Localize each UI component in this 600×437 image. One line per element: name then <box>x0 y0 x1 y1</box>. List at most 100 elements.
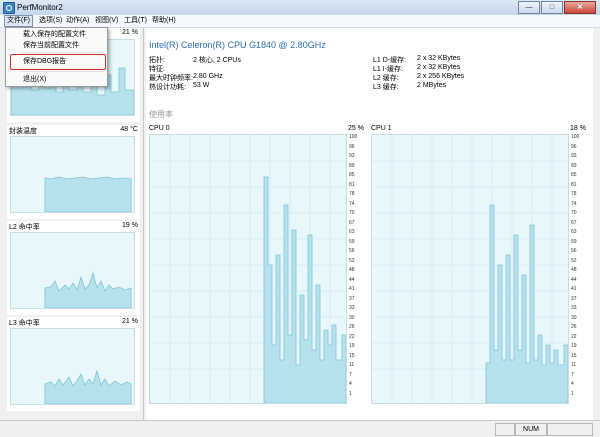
cpu0-chart <box>149 134 347 404</box>
scale-tick: 52 <box>571 257 577 264</box>
scale-tick: 41 <box>571 286 577 292</box>
scale-tick: 96 <box>571 143 577 150</box>
scale-tick: 52 <box>349 257 355 264</box>
scale-tick: 70 <box>349 210 355 216</box>
scale-tick: 44 <box>571 276 577 283</box>
temp-mini-chart <box>10 136 135 213</box>
menu-tools[interactable]: 工具(T) <box>122 16 149 26</box>
cpu1-graph <box>372 135 569 404</box>
spec-value: 2 x 256 KBytes <box>417 73 465 80</box>
menu-view[interactable]: 视图(V) <box>93 16 120 26</box>
splitter[interactable] <box>143 28 144 420</box>
spec-value: 2 核心, 2 CPUs <box>193 57 241 64</box>
cpu0-name: CPU 0 <box>149 125 170 132</box>
scale-tick: 81 <box>349 181 355 188</box>
scale-tick: 93 <box>349 153 355 159</box>
menu-exit[interactable]: 退出(X) <box>23 75 46 84</box>
scale-tick: 4 <box>571 381 574 387</box>
scale-tick: 48 <box>349 267 355 273</box>
scale-tick: 19 <box>571 343 577 349</box>
scale-tick: 7 <box>349 371 352 378</box>
menu-action[interactable]: 动作(A) <box>64 16 91 26</box>
scale-tick: 33 <box>349 305 355 311</box>
cpu0-scale: 100 96 93 89 85 81 78 74 70 67 63 59 56 … <box>347 134 364 402</box>
spec-value: 2 x 32 KBytes <box>417 55 461 62</box>
menu-file[interactable]: 文件(F) <box>4 15 33 27</box>
spec-value: 2.80 GHz <box>193 73 223 80</box>
scale-tick: 7 <box>571 371 574 378</box>
scale-tick: 48 <box>571 267 577 273</box>
title-bar: PerfMonitor2 — □ ✕ <box>0 0 600 16</box>
scale-tick: 85 <box>349 172 355 178</box>
panel-title: 封装温度 <box>9 128 37 135</box>
scale-tick: 100 <box>571 134 580 140</box>
scale-tick: 74 <box>571 200 577 207</box>
scale-tick: 78 <box>349 191 355 197</box>
spec-label: L3 缓存: <box>373 84 399 91</box>
scale-tick: 89 <box>571 162 577 169</box>
scale-tick: 33 <box>571 305 577 311</box>
scale-tick: 1 <box>349 390 352 397</box>
highlight-box <box>10 54 106 70</box>
panel-title: L2 命中率 <box>9 224 40 231</box>
scale-tick: 67 <box>349 219 355 226</box>
panel-title: L3 命中率 <box>9 320 40 327</box>
maximize-button[interactable]: □ <box>541 1 563 14</box>
window-title: PerfMonitor2 <box>17 3 63 12</box>
window-controls: — □ ✕ <box>517 1 596 14</box>
menu-options[interactable]: 选项(S) <box>37 16 64 26</box>
scale-tick: 15 <box>571 352 577 359</box>
scale-tick: 4 <box>349 381 352 387</box>
l2-mini-graph <box>44 271 132 309</box>
cpu0-value: 25 % <box>348 125 364 132</box>
scale-tick: 15 <box>349 352 355 359</box>
scale-tick: 37 <box>571 295 577 302</box>
l3-mini-graph <box>44 369 132 405</box>
scale-tick: 1 <box>571 390 574 397</box>
cpu0-panel: CPU 0 25 % 100 96 93 89 85 81 78 74 70 6… <box>149 125 364 405</box>
cpu1-chart <box>371 134 569 404</box>
status-num: NUM <box>515 423 547 436</box>
scale-tick: 11 <box>571 362 577 368</box>
scale-tick: 59 <box>571 238 577 245</box>
menu-separator <box>21 52 104 53</box>
menu-help[interactable]: 帮助(H) <box>150 16 178 26</box>
scale-tick: 89 <box>349 162 355 169</box>
usage-section-label: 使用率 <box>149 110 173 119</box>
menu-save-config[interactable]: 保存当前配置文件 <box>23 41 79 50</box>
temp-mini-graph <box>44 176 132 213</box>
scale-tick: 56 <box>349 248 355 254</box>
spec-value: 2 MBytes <box>417 82 447 89</box>
scale-tick: 100 <box>349 134 358 140</box>
panel-package-temp: 封装温度 48 °C <box>7 125 140 219</box>
cpu1-value: 18 % <box>570 125 586 132</box>
scale-tick: 11 <box>349 362 355 368</box>
cpu1-scale: 100 96 93 89 85 81 78 74 70 67 63 59 56 … <box>569 134 586 402</box>
spec-value: 2 x 32 KBytes <box>417 64 461 71</box>
close-button[interactable]: ✕ <box>564 1 596 14</box>
panel-l2-hit: L2 命中率 19 % <box>7 221 140 315</box>
cpu1-panel: CPU 1 18 % 100 96 93 89 85 81 78 74 70 6… <box>371 125 586 405</box>
scale-tick: 22 <box>349 333 355 340</box>
scale-tick: 44 <box>349 276 355 283</box>
scale-tick: 19 <box>349 343 355 349</box>
scale-tick: 22 <box>571 333 577 340</box>
panel-value: 19 % <box>122 222 138 229</box>
scale-tick: 81 <box>571 181 577 188</box>
scale-tick: 37 <box>349 295 355 302</box>
cpu-detail-pane: Intel(R) Celeron(R) CPU G1840 @ 2.80GHz … <box>146 28 593 420</box>
scale-tick: 30 <box>349 314 355 321</box>
scale-tick: 78 <box>571 191 577 197</box>
panel-l3-hit: L3 命中率 21 % <box>7 317 140 411</box>
status-cell-empty <box>495 423 515 436</box>
menu-load-config[interactable]: 载入保存的配置文件 <box>23 30 86 39</box>
scale-tick: 41 <box>349 286 355 292</box>
scale-tick: 70 <box>571 210 577 216</box>
spec-value: 53 W <box>193 82 210 89</box>
cpu0-graph <box>150 135 347 404</box>
scale-tick: 96 <box>349 143 355 150</box>
minimize-button[interactable]: — <box>518 1 540 14</box>
scale-tick: 93 <box>571 153 577 159</box>
cpu-name: Intel(R) Celeron(R) CPU G1840 @ 2.80GHz <box>149 40 326 50</box>
scale-tick: 85 <box>571 172 577 178</box>
